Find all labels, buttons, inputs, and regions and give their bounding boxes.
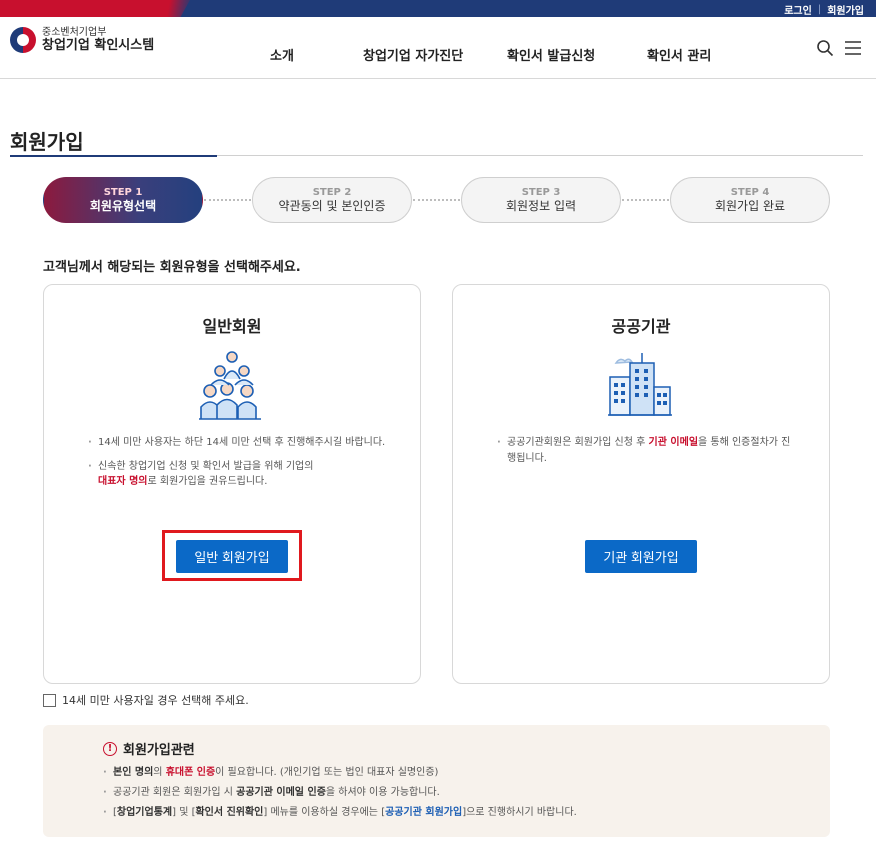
note-text: 공공기관회원은 회원가입 신청 후 (507, 437, 646, 448)
notice-strong: 확인서 진위확인 (195, 807, 264, 818)
step-connector (413, 199, 460, 201)
site-logo[interactable]: 중소벤처기업부 창업기업 확인시스템 (10, 27, 155, 54)
step-2: STEP 2 약관동의 및 본인인증 (252, 177, 412, 223)
utility-links: 로그인 | 회원가입 (784, 2, 864, 17)
card-title: 공공기관 (611, 317, 671, 336)
step-number: STEP 1 (103, 186, 143, 198)
notice-link[interactable]: 공공기관 회원가입 (385, 807, 462, 818)
notice-text: 공공기관 회원은 회원가입 시 (113, 787, 237, 798)
note-text: 신속한 창업기업 신청 및 확인서 발급을 위해 기업의 (98, 460, 314, 472)
step-label: 회원정보 입력 (505, 198, 577, 213)
step-number: STEP 2 (312, 186, 352, 198)
notice-text: 을 하셔야 이용 가능합니다. (325, 787, 440, 798)
government-emblem-icon (10, 27, 36, 54)
step-label: 회원가입 완료 (714, 198, 786, 213)
highlight-email: 기관 이메일 (648, 437, 699, 448)
divider: | (817, 4, 822, 15)
notice-title: 회원가입관련 (123, 743, 195, 758)
page-title: 회원가입 (10, 130, 84, 154)
notice-text: ]으로 진행하시기 바랍니다. (462, 807, 577, 818)
notice-item: 공공기관 회원은 회원가입 시 공공기관 이메일 인증을 하셔야 이용 가능합니… (103, 785, 577, 800)
under14-checkbox-row[interactable]: 14세 미만 사용자일 경우 선택해 주세요. (43, 692, 249, 708)
signup-link[interactable]: 회원가입 (827, 2, 864, 17)
step-1: STEP 1 회원유형선택 (43, 177, 203, 223)
notice-strong: 본인 명의 (113, 767, 154, 778)
member-type-instruction: 고객님께서 해당되는 회원유형을 선택해주세요. (43, 260, 301, 275)
note-under14: 14세 미만 사용자는 하단 14세 미만 선택 후 진행해주시길 바랍니다. (86, 435, 386, 451)
institution-signup-button[interactable]: 기관 회원가입 (585, 540, 697, 573)
notice-strong: 공공기관 이메일 인증 (236, 787, 326, 798)
general-member-notes: 14세 미만 사용자는 하단 14세 미만 선택 후 진행해주시길 바랍니다. … (86, 435, 386, 498)
general-member-card: 일반회원 14세 미만 사용자는 하단 14세 미만 선택 후 진행해주시길 바… (43, 284, 421, 684)
note-email-auth: 공공기관회원은 회원가입 신청 후 기관 이메일을 통해 인증절차가 진행됩니다… (495, 435, 795, 466)
title-divider-accent (10, 155, 217, 157)
public-institution-card: 공공기관 공공기관회원은 회원가입 신청 후 기관 이메일을 통해 인증절차가 … (452, 284, 830, 684)
notice-text: ] 및 [ (172, 807, 196, 818)
warning-icon: ! (103, 741, 117, 756)
notice-list: 본인 명의의 휴대폰 인증이 필요합니다. (개인기업 또는 법인 대표자 실명… (103, 765, 577, 825)
under14-checkbox[interactable] (43, 693, 56, 707)
search-icon[interactable] (816, 39, 834, 57)
card-title: 일반회원 (202, 317, 262, 336)
nav-intro[interactable]: 소개 (270, 45, 294, 64)
notice-text: 의 (153, 767, 166, 778)
step-4: STEP 4 회원가입 완료 (670, 177, 830, 223)
site-header: 중소벤처기업부 창업기업 확인시스템 소개 창업기업 자가진단 확인서 발급신청… (0, 17, 876, 79)
step-3: STEP 3 회원정보 입력 (461, 177, 621, 223)
notice-text: ] 메뉴를 이용하실 경우에는 [ (263, 807, 386, 818)
notice-text: 이 필요합니다. (개인기업 또는 법인 대표자 실명인증) (215, 767, 439, 778)
public-member-notes: 공공기관회원은 회원가입 신청 후 기관 이메일을 통해 인증절차가 진행됩니다… (495, 435, 795, 474)
step-connector (204, 199, 251, 201)
menu-icon[interactable] (844, 40, 862, 56)
notice-header: ! 회원가입관련 (103, 739, 195, 758)
notice-item: [창업기업통계] 및 [확인서 진위확인] 메뉴를 이용하실 경우에는 [공공기… (103, 805, 577, 820)
step-label: 회원유형선택 (89, 198, 157, 213)
topbar-accent (0, 0, 190, 17)
general-signup-button[interactable]: 일반 회원가입 (176, 540, 288, 573)
notice-strong: 창업기업통계 (116, 807, 173, 818)
notice-item: 본인 명의의 휴대폰 인증이 필요합니다. (개인기업 또는 법인 대표자 실명… (103, 765, 577, 780)
under14-label: 14세 미만 사용자일 경우 선택해 주세요. (62, 694, 249, 707)
login-link[interactable]: 로그인 (784, 2, 812, 17)
ministry-name: 중소벤처기업부 (42, 27, 107, 38)
people-group-icon (199, 351, 261, 420)
step-number: STEP 4 (730, 186, 770, 198)
signup-notice-box: ! 회원가입관련 본인 명의의 휴대폰 인증이 필요합니다. (개인기업 또는 … (43, 725, 830, 837)
top-utility-bar: 로그인 | 회원가입 (0, 0, 876, 17)
step-connector (622, 199, 669, 201)
note-representative: 신속한 창업기업 신청 및 확인서 발급을 위해 기업의대표자 명의로 회원가입… (86, 459, 386, 490)
step-label: 약관동의 및 본인인증 (278, 198, 386, 213)
step-number: STEP 3 (521, 186, 561, 198)
highlight-representative: 대표자 명의 (98, 476, 148, 487)
nav-certificate-manage[interactable]: 확인서 관리 (647, 45, 711, 64)
nav-certificate-apply[interactable]: 확인서 발급신청 (507, 45, 595, 64)
nav-self-diagnosis[interactable]: 창업기업 자가진단 (363, 45, 463, 64)
note-text: 로 회원가입을 권유드립니다. (147, 476, 268, 487)
system-name: 창업기업 확인시스템 (42, 37, 155, 53)
office-building-icon (608, 353, 672, 416)
notice-highlight: 휴대폰 인증 (165, 767, 216, 778)
